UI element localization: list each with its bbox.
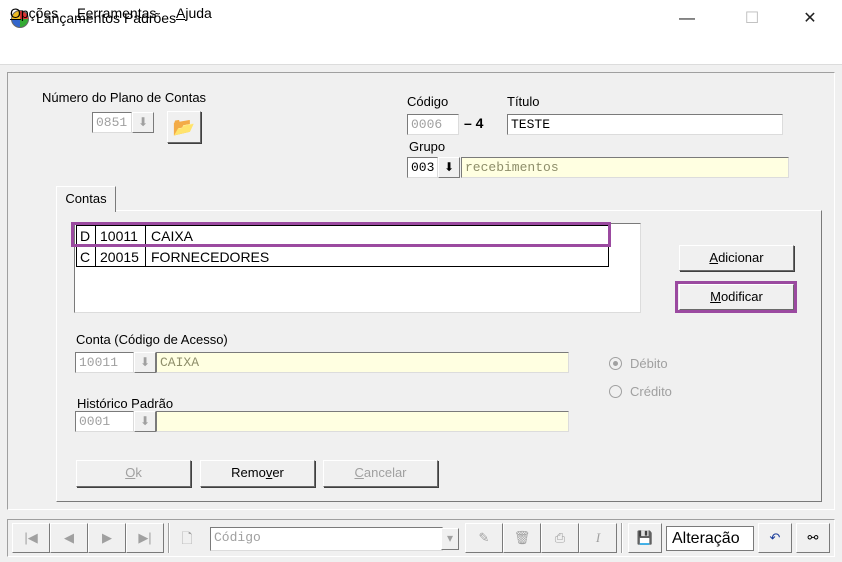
prev-record-button[interactable]: ◀ <box>50 523 88 553</box>
edit-document-button[interactable]: ✎ <box>465 523 503 553</box>
menu-bar <box>0 38 842 64</box>
credito-label: Crédito <box>630 384 672 399</box>
grupo-label: Grupo <box>409 139 446 154</box>
dropdown-arrow-icon: ⬇ <box>139 355 151 369</box>
last-record-button[interactable]: ▶| <box>126 523 164 553</box>
dropdown-arrow-icon: ⬇ <box>139 414 151 428</box>
tab-contas[interactable]: Contas <box>56 186 116 212</box>
plan-dropdown-button[interactable]: ⬇ <box>132 112 154 133</box>
grupo-dropdown-button[interactable]: ⬇ <box>438 157 460 178</box>
document-icon: 🗋 <box>181 530 193 546</box>
mode-status: Alteração <box>666 526 754 551</box>
account-type: C <box>77 247 96 267</box>
maximize-button[interactable]: ☐ <box>729 0 775 38</box>
first-icon: |◀ <box>24 530 38 545</box>
titulo-label: Título <box>507 94 540 109</box>
delete-button[interactable]: 🗑 <box>503 523 541 553</box>
cancelar-button[interactable]: Cancelar <box>323 460 438 487</box>
open-folder-button[interactable]: 📂 <box>167 111 201 143</box>
italic-i-icon: I <box>595 530 601 545</box>
codigo-field[interactable]: 0006 <box>407 114 459 135</box>
chevron-down-icon: ▾ <box>446 531 454 545</box>
codigo-label: Código <box>407 94 449 109</box>
historico-label: Histórico Padrão <box>77 396 174 411</box>
first-record-button[interactable]: |◀ <box>12 523 50 553</box>
selected-row-highlight <box>71 222 611 247</box>
next-icon: ▶ <box>102 530 112 545</box>
conta-name-field[interactable]: CAIXA <box>156 352 569 373</box>
conta-label: Conta (Código de Acesso) <box>76 332 228 347</box>
credito-radio[interactable] <box>609 385 622 398</box>
floppy-disk-icon: 💾 <box>636 530 654 545</box>
historico-dropdown-button[interactable]: ⬇ <box>134 411 156 432</box>
menu-opcoes[interactable]: Opções <box>10 5 58 21</box>
conta-code-field[interactable]: 10011 <box>75 352 134 373</box>
plan-label: Número do Plano de Contas <box>42 90 207 105</box>
ok-button[interactable]: Ok <box>76 460 191 487</box>
remover-button[interactable]: Remover <box>200 460 315 487</box>
edit-document-icon: ✎ <box>478 530 490 545</box>
folder-open-icon: 📂 <box>172 117 196 137</box>
undo-icon: ↶ <box>769 530 781 545</box>
debito-radio[interactable] <box>609 357 622 370</box>
dropdown-arrow-icon: ⬇ <box>443 160 455 174</box>
modificar-highlight <box>675 281 797 313</box>
minimize-button[interactable]: — <box>664 0 710 38</box>
account-code: 20015 <box>96 247 146 267</box>
menu-ferramentas[interactable]: Ferramentas <box>77 5 156 21</box>
nav-separator <box>168 523 170 553</box>
dropdown-arrow-icon: ⬇ <box>137 115 149 129</box>
account-name: FORNECEDORES <box>151 249 270 265</box>
debito-label: Débito <box>630 356 668 371</box>
codigo-suffix: – 4 <box>464 115 484 131</box>
print-button[interactable]: ⎙ <box>541 523 579 553</box>
printer-icon: ⎙ <box>554 530 566 545</box>
radio-selected-icon <box>613 361 618 366</box>
prev-icon: ◀ <box>64 530 74 545</box>
nav-separator <box>621 523 623 553</box>
historico-code-field[interactable]: 0001 <box>75 411 134 432</box>
close-button[interactable]: ✕ <box>787 0 833 38</box>
search-button[interactable]: ⚯ <box>796 523 830 553</box>
adicionar-button[interactable]: Adicionar <box>679 245 794 271</box>
next-record-button[interactable]: ▶ <box>88 523 126 553</box>
trash-icon: 🗑 <box>513 530 531 545</box>
plan-number-field[interactable]: 0851 <box>92 112 132 133</box>
search-dropdown-button[interactable]: ▾ <box>441 528 459 550</box>
undo-button[interactable]: ↶ <box>758 523 792 553</box>
conta-dropdown-button[interactable]: ⬇ <box>134 352 156 373</box>
menu-ajuda[interactable]: Ajuda <box>176 5 212 21</box>
last-icon: ▶| <box>138 530 152 545</box>
historico-text-field[interactable] <box>156 411 569 432</box>
titulo-field[interactable]: TESTE <box>507 114 783 135</box>
list-item[interactable]: C 20015 FORNECEDORES <box>76 246 609 267</box>
save-button[interactable]: 💾 <box>628 523 662 553</box>
binoculars-icon: ⚯ <box>807 530 819 545</box>
info-button[interactable]: I <box>579 523 617 553</box>
grupo-name-field[interactable]: recebimentos <box>461 157 789 178</box>
grupo-code-field[interactable]: 003 <box>407 157 438 178</box>
search-field[interactable]: Código <box>210 527 443 551</box>
